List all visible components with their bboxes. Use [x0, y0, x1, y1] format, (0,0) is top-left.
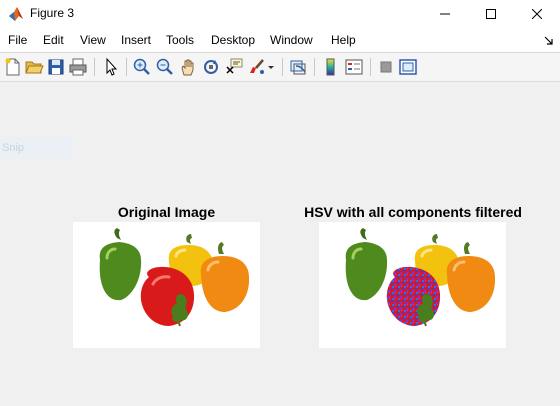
- axes-title-original: Original Image: [117, 204, 216, 220]
- figure-toolbar: [0, 53, 560, 82]
- link-plot-icon[interactable]: [288, 57, 308, 77]
- menu-window[interactable]: Window: [270, 33, 313, 47]
- zoom-in-icon[interactable]: [132, 57, 152, 77]
- toolbar-separator: [94, 58, 95, 76]
- menu-insert[interactable]: Insert: [121, 33, 151, 47]
- menu-edit[interactable]: Edit: [43, 33, 64, 47]
- matlab-logo-icon: [8, 6, 24, 22]
- ghost-snip-overlay: Snip: [0, 138, 72, 158]
- brush-dropdown-icon[interactable]: [266, 57, 276, 77]
- filtered-image-axes[interactable]: [319, 222, 506, 348]
- pan-hand-icon[interactable]: [178, 57, 198, 77]
- new-figure-icon[interactable]: [3, 57, 23, 77]
- menu-file[interactable]: File: [8, 33, 27, 47]
- colorbar-icon[interactable]: [321, 57, 341, 77]
- title-bar: Figure 3: [0, 0, 560, 28]
- save-icon[interactable]: [46, 57, 66, 77]
- original-peppers-image: [73, 222, 260, 348]
- minimize-button[interactable]: [422, 0, 468, 28]
- brush-icon[interactable]: [247, 57, 267, 77]
- toolbar-separator: [126, 58, 127, 76]
- hide-plot-tools-icon[interactable]: [376, 57, 396, 77]
- menu-view[interactable]: View: [80, 33, 106, 47]
- open-file-icon[interactable]: [24, 57, 44, 77]
- maximize-button[interactable]: [468, 0, 514, 28]
- minimize-icon: [440, 13, 450, 15]
- rotate-3d-icon[interactable]: [201, 57, 221, 77]
- close-icon: [532, 9, 542, 19]
- dock-arrow-icon[interactable]: [544, 33, 554, 45]
- toolbar-separator: [370, 58, 371, 76]
- print-icon[interactable]: [68, 57, 88, 77]
- toolbar-separator: [282, 58, 283, 76]
- menu-desktop[interactable]: Desktop: [211, 33, 255, 47]
- legend-icon[interactable]: [344, 57, 364, 77]
- menu-help[interactable]: Help: [331, 33, 356, 47]
- maximize-icon: [486, 9, 496, 19]
- menu-tools[interactable]: Tools: [166, 33, 194, 47]
- data-cursor-icon[interactable]: [224, 57, 244, 77]
- close-button[interactable]: [514, 0, 560, 28]
- toolbar-separator: [314, 58, 315, 76]
- show-plot-tools-icon[interactable]: [398, 57, 418, 77]
- axes-title-filtered: HSV with all components filtered: [304, 204, 522, 220]
- filtered-peppers-image: [319, 222, 506, 348]
- figure-canvas[interactable]: Snip Original Image HSV with all compone…: [0, 82, 560, 406]
- zoom-out-icon[interactable]: [155, 57, 175, 77]
- pointer-icon[interactable]: [101, 57, 121, 77]
- original-image-axes[interactable]: [73, 222, 260, 348]
- window-title: Figure 3: [30, 6, 75, 20]
- menu-bar: File Edit View Insert Tools Desktop Wind…: [0, 28, 560, 53]
